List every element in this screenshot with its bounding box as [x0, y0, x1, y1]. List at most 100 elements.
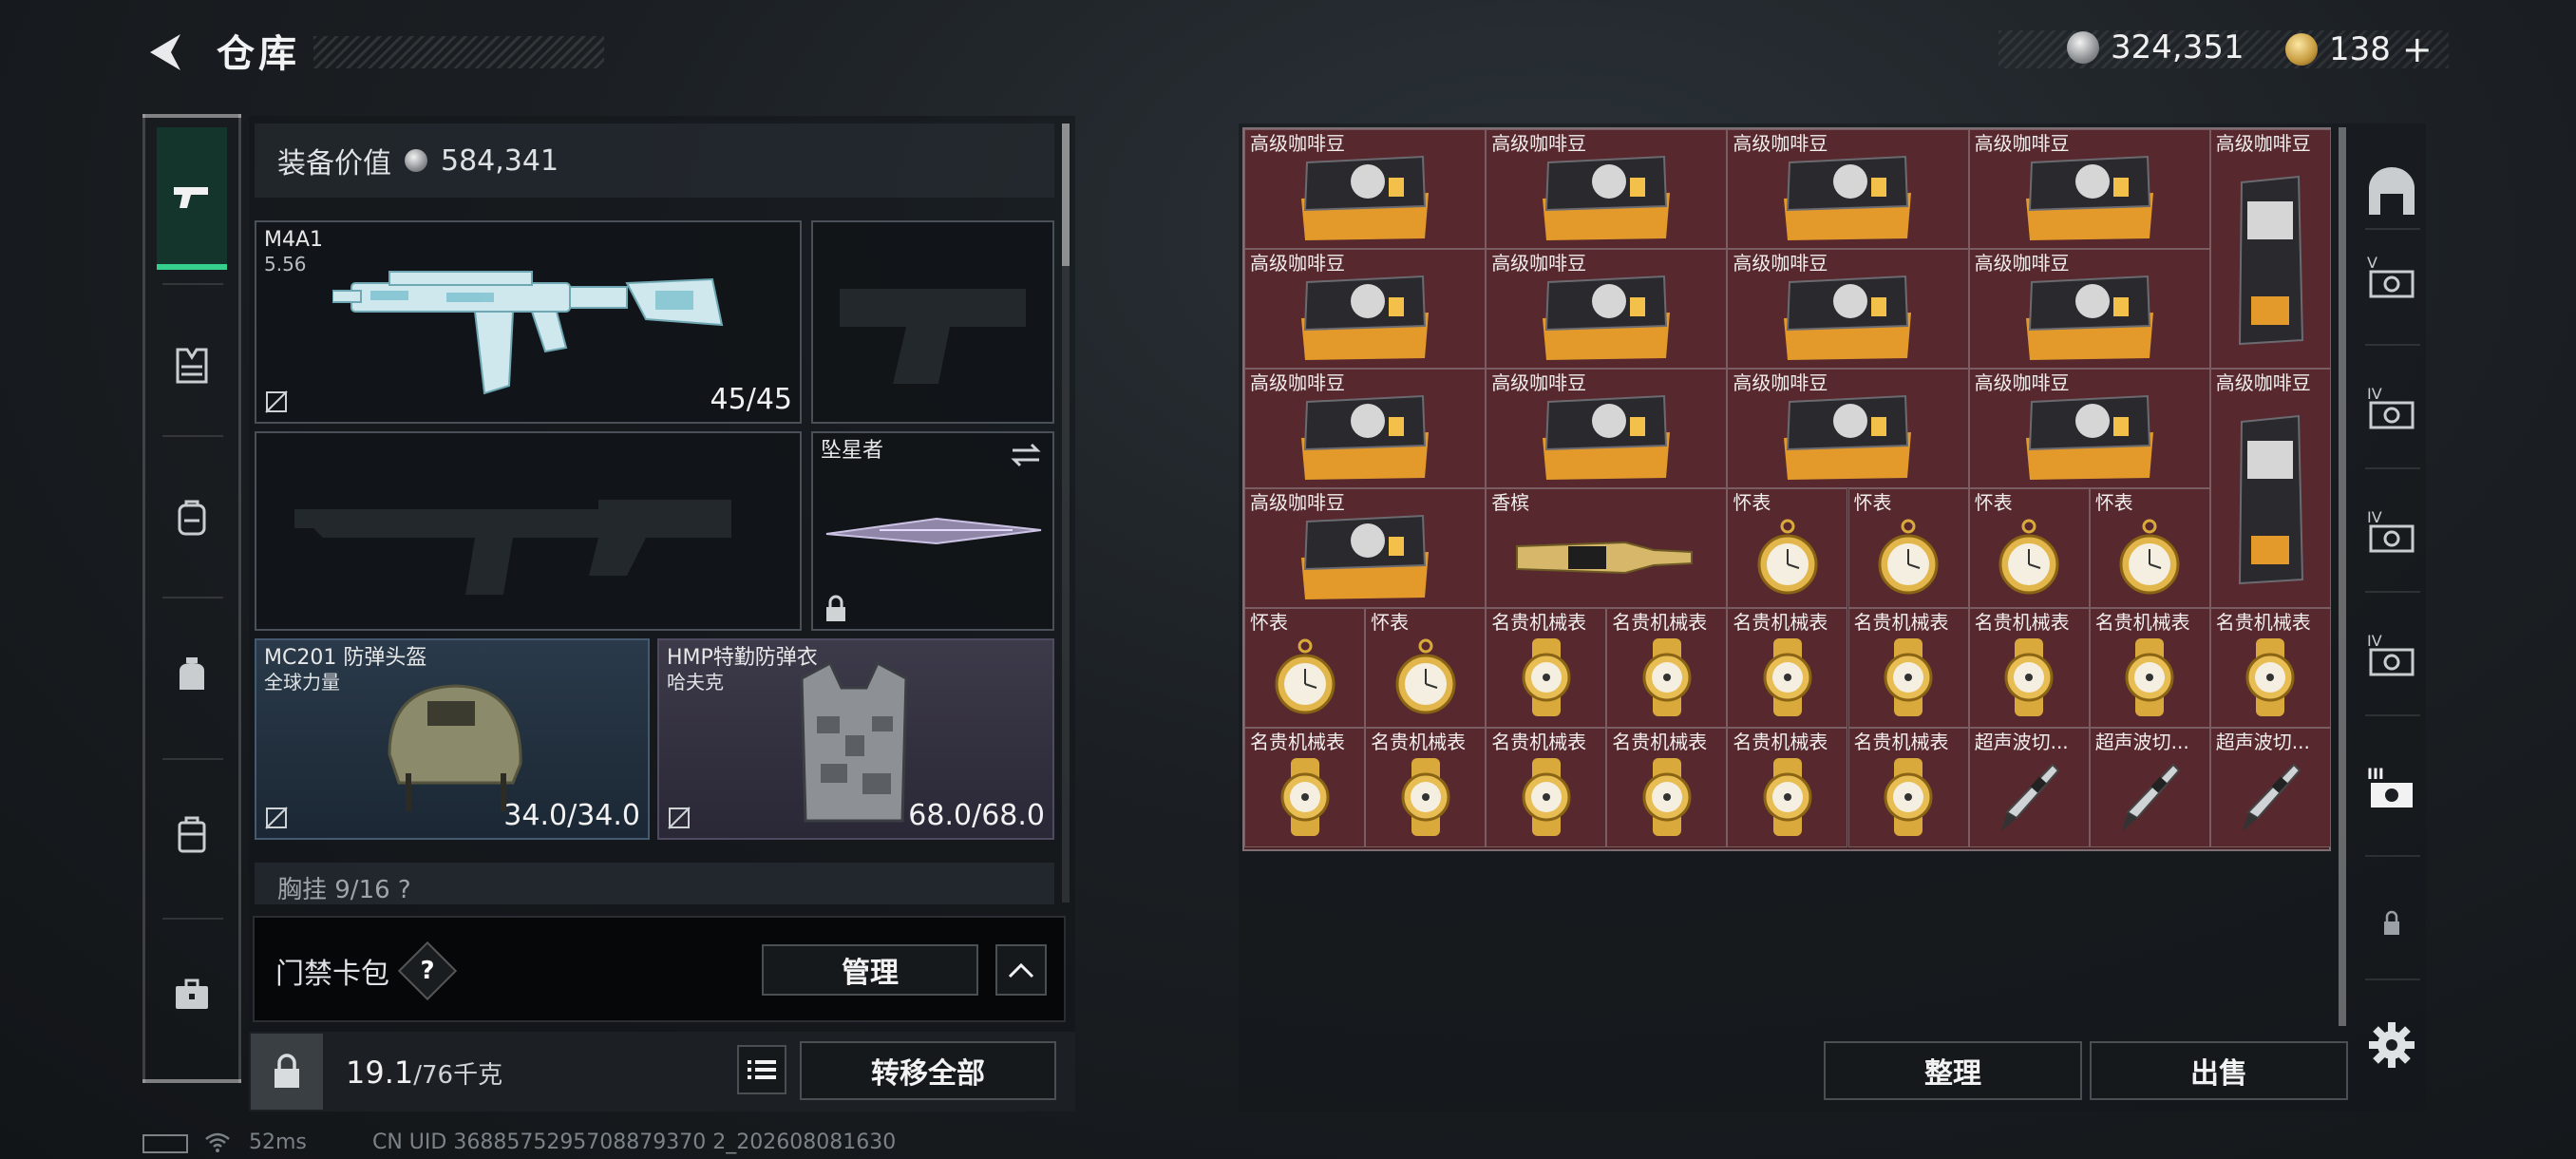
tab-container-iv-2[interactable]: IV	[2359, 500, 2424, 564]
warehouse-item[interactable]: 名贵机械表	[1486, 608, 1607, 728]
silver-coin-icon	[2067, 31, 2099, 64]
uid-text: CN UID 3688575295708879370 2_20260808163…	[372, 1130, 897, 1154]
warehouse-item[interactable]: 高级咖啡豆	[1727, 249, 1969, 369]
rail-divider	[162, 758, 223, 760]
warehouse-item[interactable]: 名贵机械表	[1486, 728, 1607, 847]
help-button[interactable]: ?	[407, 950, 448, 992]
warehouse-item[interactable]: 名贵机械表	[2089, 608, 2210, 728]
svg-text:IV: IV	[2367, 385, 2382, 403]
warehouse-item[interactable]: 高级咖啡豆	[1727, 129, 1969, 249]
rail-tab-case[interactable]	[157, 764, 227, 906]
wristwatch-icon	[2091, 628, 2209, 727]
rail-tab-bag[interactable]	[157, 604, 227, 747]
warehouse-item[interactable]: 名贵机械表	[1244, 728, 1366, 847]
warehouse-item[interactable]: 高级咖啡豆	[1486, 129, 1728, 249]
svg-text:III: III	[2367, 765, 2384, 783]
add-currency-button[interactable]: +	[2402, 28, 2433, 70]
warehouse-item[interactable]: 怀表	[1968, 488, 2090, 608]
secondary-weapon-slot[interactable]	[255, 431, 802, 631]
warehouse-item[interactable]: 超声波切...	[2209, 728, 2331, 847]
warehouse-item[interactable]: 名贵机械表	[1847, 728, 1969, 847]
helmet-slot[interactable]: MC201 防弹头盔 全球力量 34.0/34.0	[255, 638, 650, 840]
tab-container-iv-1[interactable]: IV	[2359, 376, 2424, 441]
warehouse-item[interactable]: 名贵机械表	[1847, 608, 1969, 728]
warehouse-item[interactable]: 名贵机械表	[1365, 728, 1487, 847]
chest-rig-row[interactable]: 胸挂 9/16 ?	[255, 863, 1054, 904]
weapon-durability: 45/45	[710, 383, 792, 416]
ultrasonic-cutter-icon	[2211, 748, 2330, 846]
warehouse-item[interactable]: 高级咖啡豆	[1727, 369, 1969, 488]
warehouse-item[interactable]: 名贵机械表	[1606, 608, 1728, 728]
tab-container-v[interactable]: V	[2359, 245, 2424, 310]
warehouse-item[interactable]: 怀表	[1847, 488, 1969, 608]
warehouse-item[interactable]: 高级咖啡豆	[1486, 369, 1728, 488]
warehouse-item[interactable]: 香槟	[1486, 488, 1728, 608]
rail-tab-armor[interactable]	[157, 294, 227, 437]
warehouse-item[interactable]: 高级咖啡豆	[1244, 249, 1487, 369]
tab-container-iv-3[interactable]: IV	[2359, 623, 2424, 688]
pistol-slot[interactable]	[811, 220, 1054, 424]
rail-tab-weapons[interactable]	[157, 127, 227, 270]
warehouse-item[interactable]: 怀表	[1244, 608, 1366, 728]
pocket-watch-icon	[2091, 508, 2209, 607]
wristwatch-icon	[1849, 628, 1968, 727]
rifle-icon	[332, 271, 724, 395]
vest-maker: 哈夫克	[667, 671, 724, 694]
weight-lock[interactable]	[251, 1034, 323, 1110]
warehouse-item[interactable]: 怀表	[2089, 488, 2210, 608]
primary-weapon-slot[interactable]: M4A1 5.56 45/45	[255, 220, 802, 424]
warehouse-item[interactable]: 怀表	[1365, 608, 1487, 728]
loadout-scroll-thumb[interactable]	[1062, 124, 1070, 266]
tab-container-iii[interactable]: III	[2359, 756, 2424, 821]
sort-button[interactable]: 整理	[1824, 1041, 2082, 1100]
warehouse-item[interactable]: 名贵机械表	[1727, 608, 1848, 728]
page-title: 仓库	[217, 32, 300, 76]
manage-button[interactable]: 管理	[762, 944, 978, 996]
tab-divider	[2365, 855, 2420, 857]
transfer-all-button[interactable]: 转移全部	[800, 1041, 1056, 1100]
warehouse-item[interactable]: 高级咖啡豆	[1244, 129, 1487, 249]
wristwatch-icon	[1245, 748, 1364, 846]
melee-slot[interactable]: 坠星者	[811, 431, 1054, 631]
rail-tab-backpack[interactable]	[157, 446, 227, 589]
battery-icon	[142, 1134, 188, 1153]
ultrasonic-cutter-icon	[1970, 748, 2089, 846]
warehouse-item[interactable]: 名贵机械表	[1727, 728, 1848, 847]
warehouse-item[interactable]: 高级咖啡豆	[1244, 488, 1487, 608]
tab-divider	[2365, 714, 2420, 716]
tab-main-warehouse[interactable]	[2359, 160, 2424, 224]
rail-tab-toolbox[interactable]	[157, 923, 227, 1066]
tab-locked[interactable]	[2359, 889, 2424, 954]
warehouse-item[interactable]: 高级咖啡豆	[1968, 249, 2210, 369]
backpack-icon	[178, 500, 206, 536]
sell-button[interactable]: 出售	[2090, 1041, 2348, 1100]
champagne-icon	[1487, 508, 1726, 607]
warehouse-item[interactable]: 高级咖啡豆	[1968, 369, 2210, 488]
back-button[interactable]	[142, 28, 190, 76]
coffee-bag-icon	[1245, 508, 1485, 607]
warehouse-item[interactable]: 高级咖啡豆	[1486, 249, 1728, 369]
warehouse-item[interactable]: 高级咖啡豆	[2209, 369, 2331, 608]
list-view-button[interactable]	[737, 1045, 786, 1094]
warehouse-item[interactable]: 名贵机械表	[2209, 608, 2331, 728]
warehouse-item[interactable]: 高级咖啡豆	[1968, 129, 2210, 249]
tab-divider	[2365, 467, 2420, 469]
coffee-bag-icon	[1728, 269, 1967, 368]
swap-icon[interactable]	[1009, 441, 1043, 469]
warehouse-item[interactable]: 超声波切...	[1968, 728, 2090, 847]
weapon-ammo: 5.56	[264, 253, 307, 276]
rail-divider	[162, 435, 223, 437]
settings-button[interactable]	[2359, 1013, 2424, 1077]
warehouse-item[interactable]: 怀表	[1727, 488, 1848, 608]
warehouse-scrollbar[interactable]	[2339, 127, 2346, 1026]
warehouse-item[interactable]: 名贵机械表	[1968, 608, 2090, 728]
coffee-bag-icon	[1487, 149, 1726, 248]
helmet-icon	[388, 684, 522, 811]
warehouse-item[interactable]: 高级咖啡豆	[2209, 129, 2331, 369]
collapse-button[interactable]	[995, 944, 1047, 996]
warehouse-item[interactable]: 名贵机械表	[1606, 728, 1728, 847]
gold-currency: 138 +	[2285, 28, 2433, 70]
body-armor-slot[interactable]: HMP特勤防弹衣 哈夫克 68.0/68.0	[657, 638, 1054, 840]
warehouse-item[interactable]: 高级咖啡豆	[1244, 369, 1487, 488]
warehouse-item[interactable]: 超声波切...	[2089, 728, 2210, 847]
